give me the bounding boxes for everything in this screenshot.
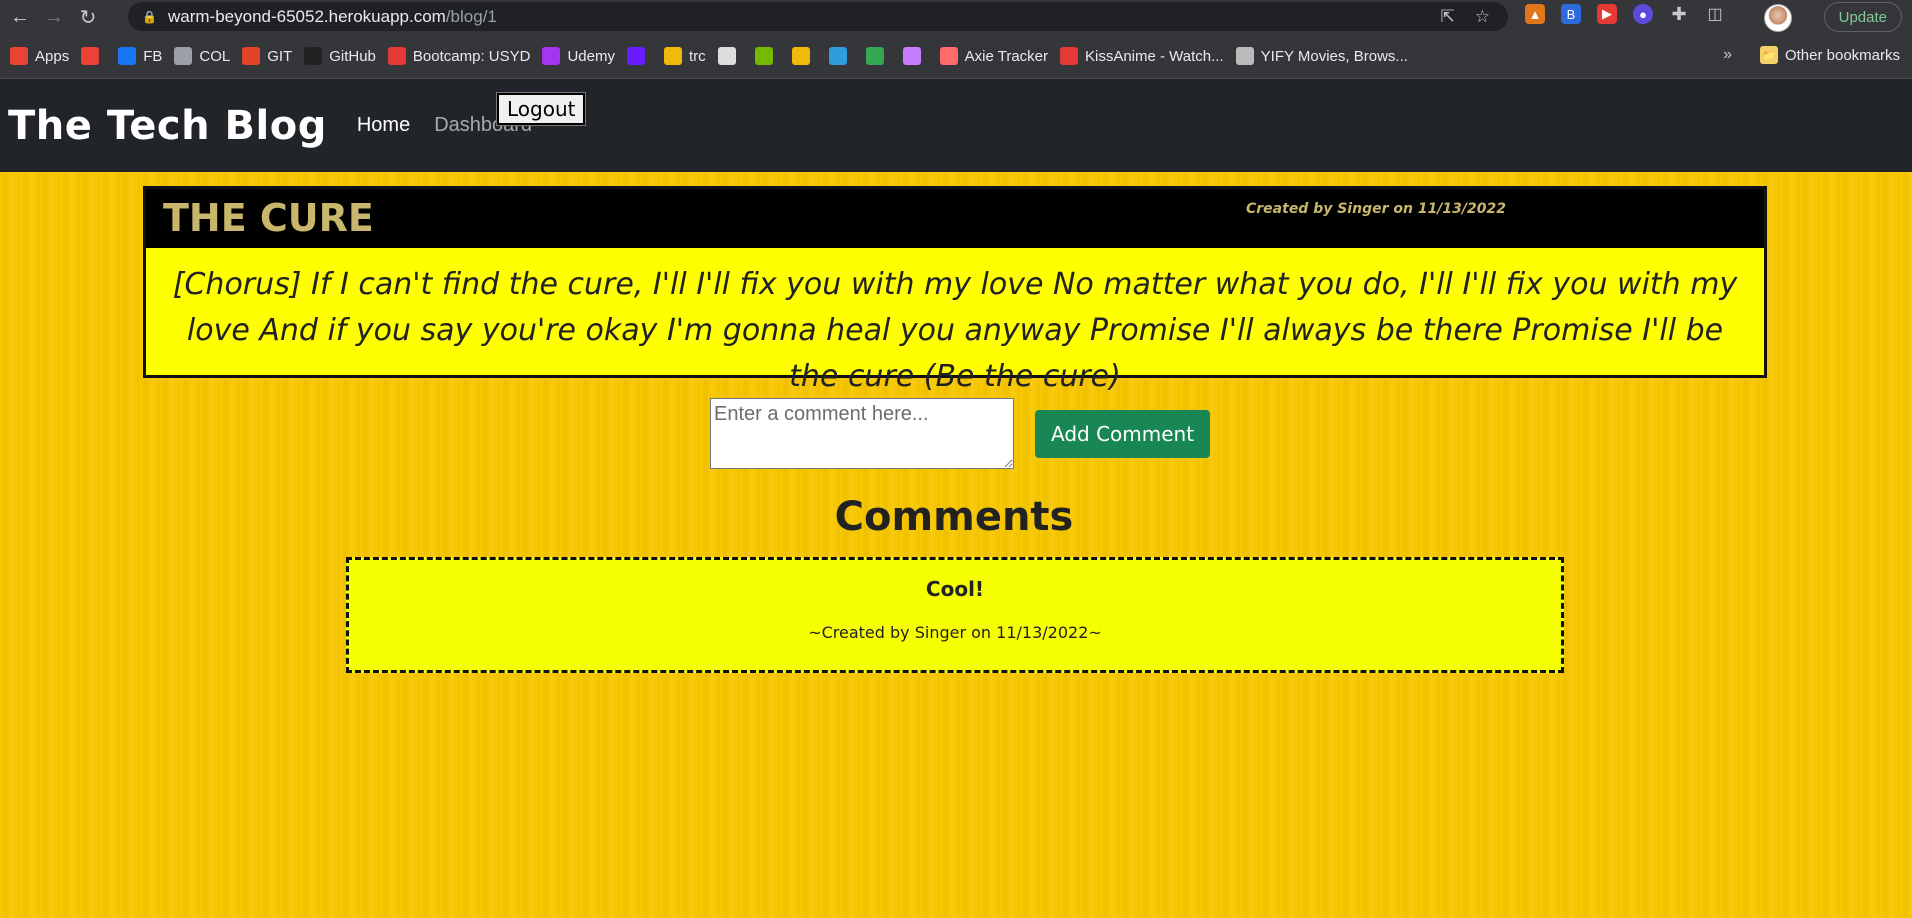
bookmark-item[interactable]: trc <box>663 47 706 65</box>
add-comment-button[interactable]: Add Comment <box>1035 410 1211 458</box>
sidepanel-icon[interactable]: ◫ <box>1705 4 1725 24</box>
comments-heading: Comments <box>834 494 1074 540</box>
bookmark-item[interactable]: Axie Tracker <box>939 47 1048 65</box>
bookmark-label: Bootcamp: USYD <box>412 47 531 65</box>
axie-icon <box>902 47 921 65</box>
post-title: THE CURE <box>163 196 374 240</box>
bookmark-item[interactable] <box>717 47 743 65</box>
site-navbar: The Tech Blog Home Dashboard Logout <box>0 79 1912 172</box>
bookmark-item[interactable] <box>902 47 928 65</box>
comment-form: Add Comment <box>710 398 1211 469</box>
bookmark-label: KissAnime - Watch... <box>1085 47 1224 65</box>
profile-avatar[interactable] <box>1764 4 1792 32</box>
bookmark-label: Apps <box>35 47 70 65</box>
bootcamp-icon <box>387 47 406 65</box>
other-bookmarks-label: Other bookmarks <box>1784 46 1900 64</box>
post-card: THE CURE Created by Singer on 11/13/2022… <box>143 186 1767 394</box>
gmail-icon <box>81 47 100 65</box>
bookmark-label: FB <box>143 47 163 65</box>
bitwarden-icon[interactable]: B <box>1561 4 1581 24</box>
col-icon <box>174 47 193 65</box>
bookmark-label: YIFY Movies, Brows... <box>1260 47 1408 65</box>
bookmark-item[interactable]: GitHub <box>304 47 376 65</box>
bookmark-item[interactable]: Apps <box>10 47 69 65</box>
facebook-icon <box>118 47 137 65</box>
bookmark-item[interactable]: COL <box>174 47 230 65</box>
comment-card: Cool! ~Created by Singer on 11/13/2022~ <box>346 557 1564 673</box>
url-host: warm-beyond-65052.herokuapp.com <box>168 6 446 26</box>
bookmarks-bar: Apps FB COL GIT GitHub Bootcamp: USYD Udemy trc… <box>0 34 1912 79</box>
mail-icon <box>626 47 645 65</box>
bookmark-item[interactable]: GIT <box>242 47 292 65</box>
logout-button[interactable]: Logout <box>495 92 587 126</box>
bookmark-item[interactable] <box>791 47 817 65</box>
star-icon[interactable]: ☆ <box>1475 7 1490 27</box>
vscode-icon <box>828 47 847 65</box>
more-bookmarks-icon[interactable]: » <box>1723 46 1732 64</box>
url-path: /blog/1 <box>445 6 497 26</box>
kissanime-icon <box>1060 47 1078 65</box>
bookmark-item[interactable] <box>828 47 854 65</box>
url-text[interactable]: warm-beyond-65052.herokuapp.com/blog/1 <box>168 7 497 27</box>
bookmark-label: GIT <box>267 47 293 65</box>
extensions-bar: ▲ B ▶ ● ✚ ◫ <box>1525 4 1725 24</box>
bookmark-item[interactable]: YIFY Movies, Brows... <box>1235 47 1408 65</box>
comment-input[interactable] <box>710 398 1014 469</box>
ghost-extension-icon[interactable]: ● <box>1633 4 1653 24</box>
browser-toolbar: ← → ↻ 🔒 warm-beyond-65052.herokuapp.com/… <box>0 0 1912 34</box>
bookmark-item[interactable] <box>865 47 891 65</box>
site-brand[interactable]: The Tech Blog <box>8 103 327 149</box>
metamask-icon[interactable]: ▲ <box>1525 4 1545 24</box>
bookmark-label: trc <box>688 47 706 65</box>
github-icon <box>304 47 323 65</box>
address-bar[interactable]: 🔒 warm-beyond-65052.herokuapp.com/blog/1… <box>128 2 1508 31</box>
update-button[interactable]: Update <box>1823 2 1902 32</box>
trc-icon <box>663 47 682 65</box>
puzzle-icon[interactable]: ✚ <box>1669 4 1689 24</box>
bookmark-label: GitHub <box>329 47 376 65</box>
comment-text: Cool! <box>925 577 985 601</box>
folder-icon: 📁 <box>1759 46 1778 64</box>
axie-tracker-icon <box>939 47 958 65</box>
bookmark-label: Axie Tracker <box>964 47 1048 65</box>
lock-icon[interactable]: 🔒 <box>142 10 157 24</box>
video-extension-icon[interactable]: ▶ <box>1597 4 1617 24</box>
nav-home-link[interactable]: Home <box>357 114 410 137</box>
terminal-icon <box>717 47 736 65</box>
bookmark-item[interactable] <box>754 47 780 65</box>
post-header: THE CURE Created by Singer on 11/13/2022 <box>146 189 1764 248</box>
nvidia-icon <box>754 47 773 65</box>
bookmark-item[interactable] <box>81 47 106 65</box>
bookmark-label: COL <box>199 47 231 65</box>
gitlab-icon <box>242 47 261 65</box>
udemy-icon <box>542 47 561 65</box>
share-icon[interactable]: ⇱ <box>1441 7 1455 27</box>
bookmark-item[interactable]: FB <box>118 47 162 65</box>
other-bookmarks[interactable]: 📁 Other bookmarks <box>1759 46 1900 64</box>
bookmark-item[interactable]: KissAnime - Watch... <box>1060 47 1224 65</box>
maps-icon <box>865 47 884 65</box>
comment-meta: ~Created by Singer on 11/13/2022~ <box>808 623 1102 642</box>
bookmark-item[interactable] <box>626 47 652 65</box>
yify-icon <box>1235 47 1254 65</box>
back-arrow-icon[interactable]: ← <box>6 3 34 31</box>
forward-arrow-icon[interactable]: → <box>40 3 68 31</box>
apps-grid-icon <box>10 47 28 65</box>
bookmark-item[interactable]: Bootcamp: USYD <box>387 47 531 65</box>
bookmark-item[interactable]: Udemy <box>542 47 615 65</box>
post-body: [Chorus] If I can't find the cure, I'll … <box>172 267 1738 394</box>
bookmark-label: Udemy <box>567 47 615 65</box>
post-meta: Created by Singer on 11/13/2022 <box>1246 201 1506 217</box>
reload-icon[interactable]: ↻ <box>74 3 102 31</box>
binance-icon <box>791 47 810 65</box>
